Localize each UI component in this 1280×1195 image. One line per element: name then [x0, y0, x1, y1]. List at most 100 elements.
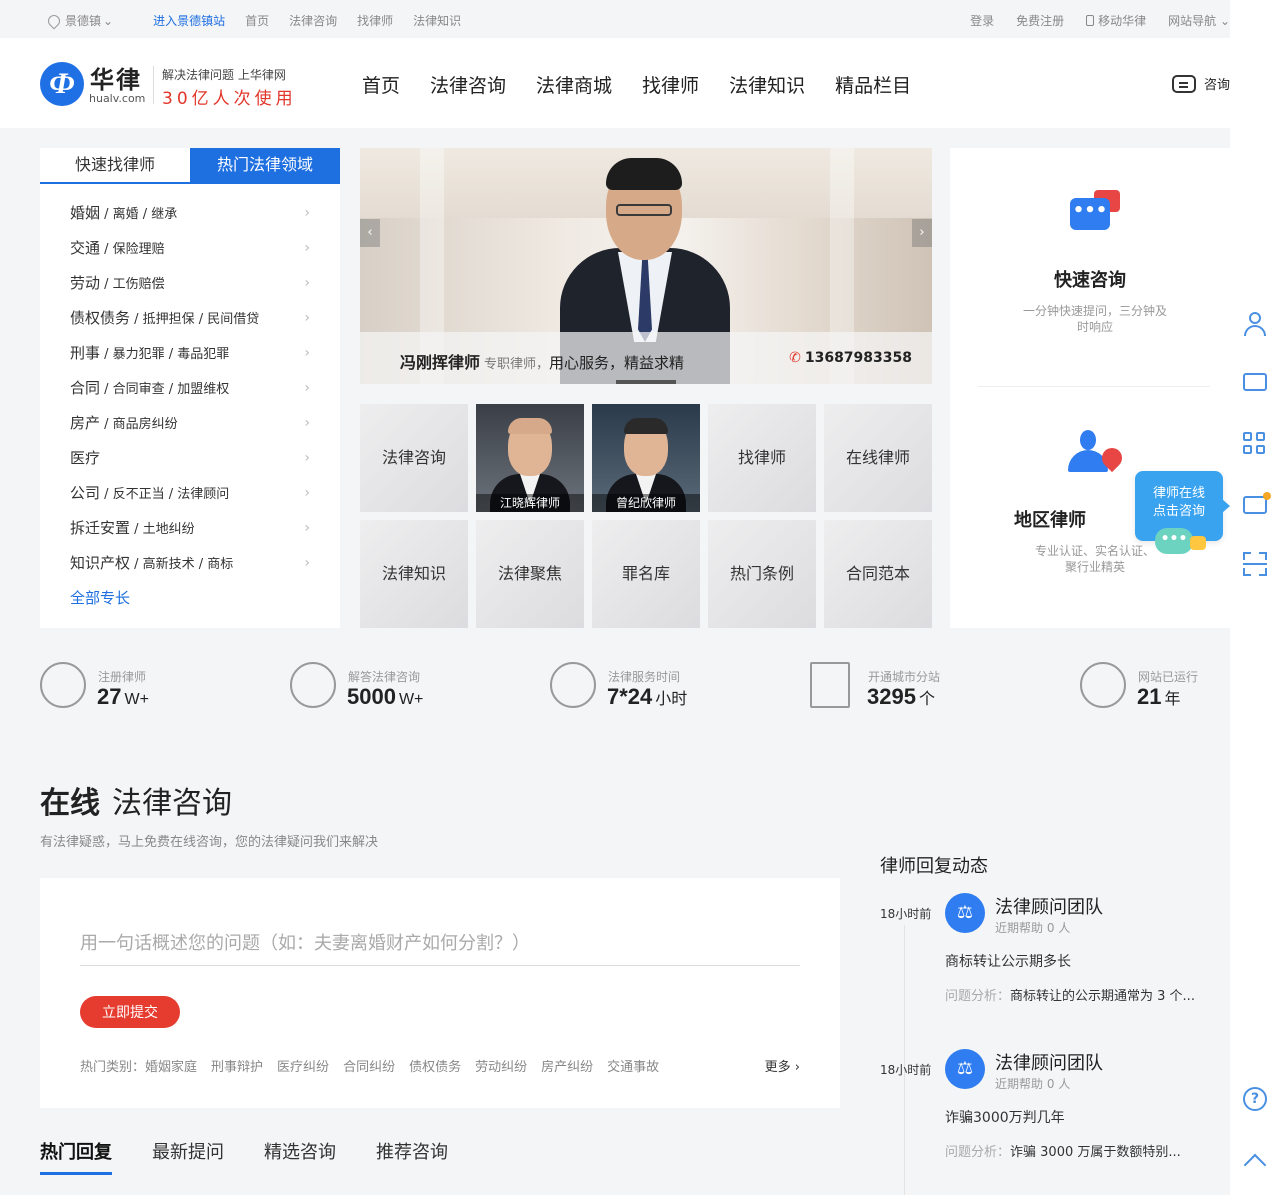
notification-dot: [1263, 492, 1271, 500]
top-link-find-lawyer[interactable]: 找律师: [357, 12, 393, 29]
tile-lawyer-zeng[interactable]: 曾纪欣律师: [592, 404, 700, 512]
stat-number: 7*24: [607, 684, 653, 709]
submit-button[interactable]: 立即提交: [80, 996, 180, 1028]
tab-recommended-consults[interactable]: 推荐咨询: [376, 1138, 448, 1175]
hot-category-link[interactable]: 医疗纠纷: [277, 1056, 329, 1075]
tab-hot-legal-fields[interactable]: 热门法律领域: [190, 148, 340, 182]
reply-question[interactable]: 商标转让公示期多长: [945, 951, 1071, 971]
tile-contract-templates[interactable]: 合同范本: [824, 520, 932, 628]
category-item[interactable]: 公司 / 反不正当 / 法律顾问 ›: [40, 476, 340, 511]
top-link-consult[interactable]: 法律咨询: [289, 12, 337, 29]
tile-lawyer-jiang[interactable]: 江晓辉律师: [476, 404, 584, 512]
quick-consult-title[interactable]: 快速咨询: [950, 266, 1230, 292]
question-box: 立即提交 热门类别： 婚姻家庭 刑事辩护 医疗纠纷 合同纠纷 债权债务 劳动纠纷…: [40, 878, 840, 1108]
nav-knowledge[interactable]: 法律知识: [729, 71, 805, 98]
hot-category-link[interactable]: 合同纠纷: [343, 1056, 395, 1075]
nav-featured[interactable]: 精品栏目: [835, 71, 911, 98]
banner-phone[interactable]: ✆ 13687983358: [789, 350, 912, 366]
tab-latest-questions[interactable]: 最新提问: [152, 1138, 224, 1175]
tile-legal-consult[interactable]: 法律咨询: [360, 404, 468, 512]
apps-grid-icon[interactable]: [1243, 432, 1267, 456]
stat-label: 网站已运行: [1138, 670, 1199, 684]
logo-brand[interactable]: 华律: [90, 60, 142, 95]
category-item[interactable]: 知识产权 / 高新技术 / 商标 ›: [40, 546, 340, 581]
scan-corner: [1243, 568, 1251, 576]
category-item[interactable]: 医疗 ›: [40, 441, 340, 476]
question-input[interactable]: [80, 922, 800, 966]
tab-hot-replies[interactable]: 热门回复: [40, 1138, 112, 1175]
banner-pagination[interactable]: [616, 380, 676, 384]
more-categories-link[interactable]: 更多 ›: [765, 1056, 800, 1075]
back-to-top-icon[interactable]: [1243, 1153, 1267, 1177]
reply-team-name[interactable]: 法律顾问团队: [995, 893, 1103, 919]
login-link[interactable]: 登录: [970, 12, 994, 29]
section-subtitle: 有法律疑惑，马上免费在线咨询，您的法律疑问我们来解决: [40, 835, 379, 850]
slogan-bottom: 30亿人次使用: [162, 89, 297, 109]
nav-find-lawyer[interactable]: 找律师: [642, 71, 699, 98]
register-link[interactable]: 免费注册: [1016, 12, 1064, 29]
mobile-link[interactable]: 移动华律: [1086, 12, 1146, 29]
tile-find-lawyer[interactable]: 找律师: [708, 404, 816, 512]
stat-value: 27 W+: [97, 684, 149, 710]
reply-analysis: 问题分析：商标转让的公示期通常为 3 个...: [945, 985, 1215, 1004]
category-item[interactable]: 刑事 / 暴力犯罪 / 毒品犯罪 ›: [40, 336, 340, 371]
quick-consult-icon[interactable]: •••: [1070, 190, 1120, 230]
reply-analysis: 问题分析：诈骗 3000 万属于数额特别...: [945, 1141, 1215, 1160]
nav-mall[interactable]: 法律商城: [536, 71, 612, 98]
user-icon[interactable]: [1243, 312, 1267, 336]
hot-category-link[interactable]: 交通事故: [607, 1056, 659, 1075]
slogan-top: 解决法律问题 上华律网: [162, 68, 286, 82]
tab-quick-find-lawyer[interactable]: 快速找律师: [40, 148, 190, 182]
category-item[interactable]: 交通 / 保险理赔 ›: [40, 231, 340, 266]
scan-corner: [1259, 552, 1267, 560]
category-main-label: 拆迁安置: [70, 519, 131, 537]
hot-category-link[interactable]: 劳动纠纷: [475, 1056, 527, 1075]
grid-cell: [1256, 445, 1265, 454]
top-link-home[interactable]: 首页: [245, 12, 269, 29]
hot-category-link[interactable]: 刑事辩护: [211, 1056, 263, 1075]
logo-icon[interactable]: Ф: [40, 62, 84, 106]
hot-category-link[interactable]: 房产纠纷: [541, 1056, 593, 1075]
reply-time: 18小时前: [880, 1063, 932, 1077]
lawyer-banner[interactable]: ‹ › 冯刚挥律师 专职律师，用心服务，精益求精 ✆ 13687983358: [360, 148, 932, 384]
all-specialties-link[interactable]: 全部专长: [40, 581, 340, 616]
banner-lawyer-name[interactable]: 冯刚挥律师: [400, 353, 480, 372]
tile-crime-library[interactable]: 罪名库: [592, 520, 700, 628]
category-item[interactable]: 房产 / 商品房纠纷 ›: [40, 406, 340, 441]
category-item[interactable]: 劳动 / 工伤赔偿 ›: [40, 266, 340, 301]
quick-consult-desc: 一分钟快速提问，三分钟及时响应: [1022, 304, 1167, 334]
category-sub-label: / 暴力犯罪 / 毒品犯罪: [100, 347, 230, 362]
hot-label: 热门类别：: [80, 1060, 146, 1075]
message-icon[interactable]: [1243, 373, 1267, 391]
nav-home[interactable]: 首页: [362, 71, 400, 98]
banner-prev-button[interactable]: ‹: [360, 219, 380, 247]
category-item[interactable]: 拆迁安置 / 土地纠纷 ›: [40, 511, 340, 546]
hot-category-link[interactable]: 债权债务: [409, 1056, 461, 1075]
tile-hot-regulations[interactable]: 热门条例: [708, 520, 816, 628]
banner-next-button[interactable]: ›: [912, 219, 932, 247]
stat-number: 5000: [347, 684, 396, 709]
tile-online-lawyer[interactable]: 在线律师: [824, 404, 932, 512]
reply-question[interactable]: 诈骗3000万判几年: [945, 1107, 1065, 1127]
tile-legal-knowledge[interactable]: 法律知识: [360, 520, 468, 628]
header-consult-button[interactable]: 咨询: [1171, 74, 1230, 93]
scan-icon[interactable]: [1243, 552, 1267, 576]
site-nav-dropdown[interactable]: 网站导航 ⌄: [1168, 12, 1230, 29]
location-selector[interactable]: 景德镇 ⌄: [45, 12, 113, 29]
category-item[interactable]: 婚姻 / 离婚 / 继承 ›: [40, 196, 340, 231]
help-icon[interactable]: ?: [1243, 1087, 1267, 1111]
category-item[interactable]: 债权债务 / 抵押担保 / 民间借贷 ›: [40, 301, 340, 336]
category-sub-label: / 高新技术 / 商标: [130, 557, 234, 572]
top-link-knowledge[interactable]: 法律知识: [413, 12, 461, 29]
hot-category-link[interactable]: 婚姻家庭: [145, 1056, 197, 1075]
tab-selected-consults[interactable]: 精选咨询: [264, 1138, 336, 1175]
consult-chat-icon[interactable]: [1243, 492, 1271, 514]
category-item[interactable]: 合同 / 合同审查 / 加盟维权 ›: [40, 371, 340, 406]
tile-legal-focus[interactable]: 法律聚焦: [476, 520, 584, 628]
reply-team-name[interactable]: 法律顾问团队: [995, 1049, 1103, 1075]
grid-cell: [1256, 432, 1265, 441]
region-lawyer-icon[interactable]: [1066, 430, 1127, 476]
nav-consult[interactable]: 法律咨询: [430, 71, 506, 98]
enter-station-link[interactable]: 进入景德镇站: [153, 12, 225, 29]
lawyer-stat-icon: [40, 662, 86, 708]
